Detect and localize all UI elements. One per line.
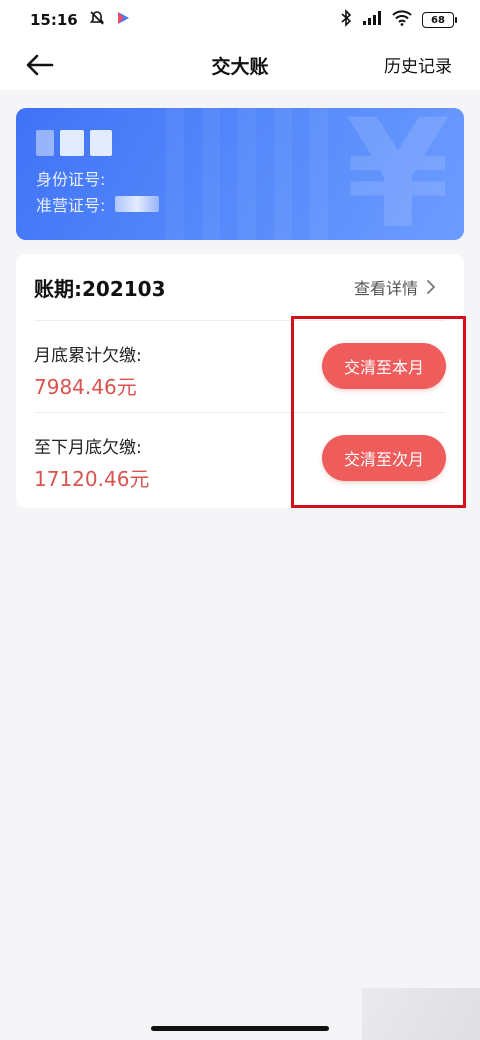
status-left: 15:16 xyxy=(30,9,130,31)
next-month-amount: 17120.46元 xyxy=(34,467,150,491)
battery-icon: 68 xyxy=(422,12,457,28)
id-number-label: 身份证号: xyxy=(36,170,106,189)
bill-card: 账期:202103 查看详情 月底累计欠缴: 7984.46元 交清至本月 至下… xyxy=(16,254,464,508)
bill-row-next-month: 至下月底欠缴: 17120.46元 交清至次月 xyxy=(16,413,464,503)
view-details-link[interactable]: 查看详情 xyxy=(354,275,436,299)
current-month-amount: 7984.46元 xyxy=(34,375,137,399)
history-link[interactable]: 历史记录 xyxy=(384,52,452,77)
merchant-card: ¥ 身份证号: 准营证号: xyxy=(16,108,464,240)
page-title: 交大账 xyxy=(211,55,269,78)
arrow-left-icon xyxy=(26,54,54,76)
next-month-label: 至下月底欠缴: xyxy=(34,438,142,458)
masked-merchant-name xyxy=(36,130,126,158)
yuan-icon: ¥ xyxy=(345,108,450,240)
bill-row-current-month: 月底累计欠缴: 7984.46元 交清至本月 xyxy=(16,321,464,411)
chevron-right-icon xyxy=(427,280,436,294)
back-button[interactable] xyxy=(22,48,58,82)
wifi-icon xyxy=(392,10,412,30)
card-decoration xyxy=(166,108,346,240)
watermark-area xyxy=(362,988,480,1040)
nav-bar: 交大账 历史记录 xyxy=(0,40,480,90)
license-line: 准营证号: xyxy=(36,192,160,216)
bill-header: 账期:202103 查看详情 xyxy=(16,254,464,320)
bill-period: 账期:202103 xyxy=(34,276,166,301)
current-month-label: 月底累计欠缴: xyxy=(34,346,142,366)
signal-icon xyxy=(362,10,382,30)
status-bar: 15:16 68 xyxy=(0,0,480,40)
home-indicator[interactable] xyxy=(151,1026,329,1031)
id-number-line: 身份证号: xyxy=(36,166,105,190)
license-label: 准营证号: xyxy=(36,196,106,215)
bluetooth-icon xyxy=(340,9,352,31)
mute-icon xyxy=(88,9,106,31)
play-store-icon xyxy=(116,11,130,29)
status-time: 15:16 xyxy=(30,11,78,29)
pay-to-next-month-button[interactable]: 交清至次月 xyxy=(322,435,446,481)
view-details-label: 查看详情 xyxy=(353,279,418,298)
battery-level: 68 xyxy=(431,14,445,26)
masked-license-value xyxy=(115,196,160,212)
pay-to-this-month-button[interactable]: 交清至本月 xyxy=(322,343,446,389)
status-right: 68 xyxy=(340,9,457,31)
